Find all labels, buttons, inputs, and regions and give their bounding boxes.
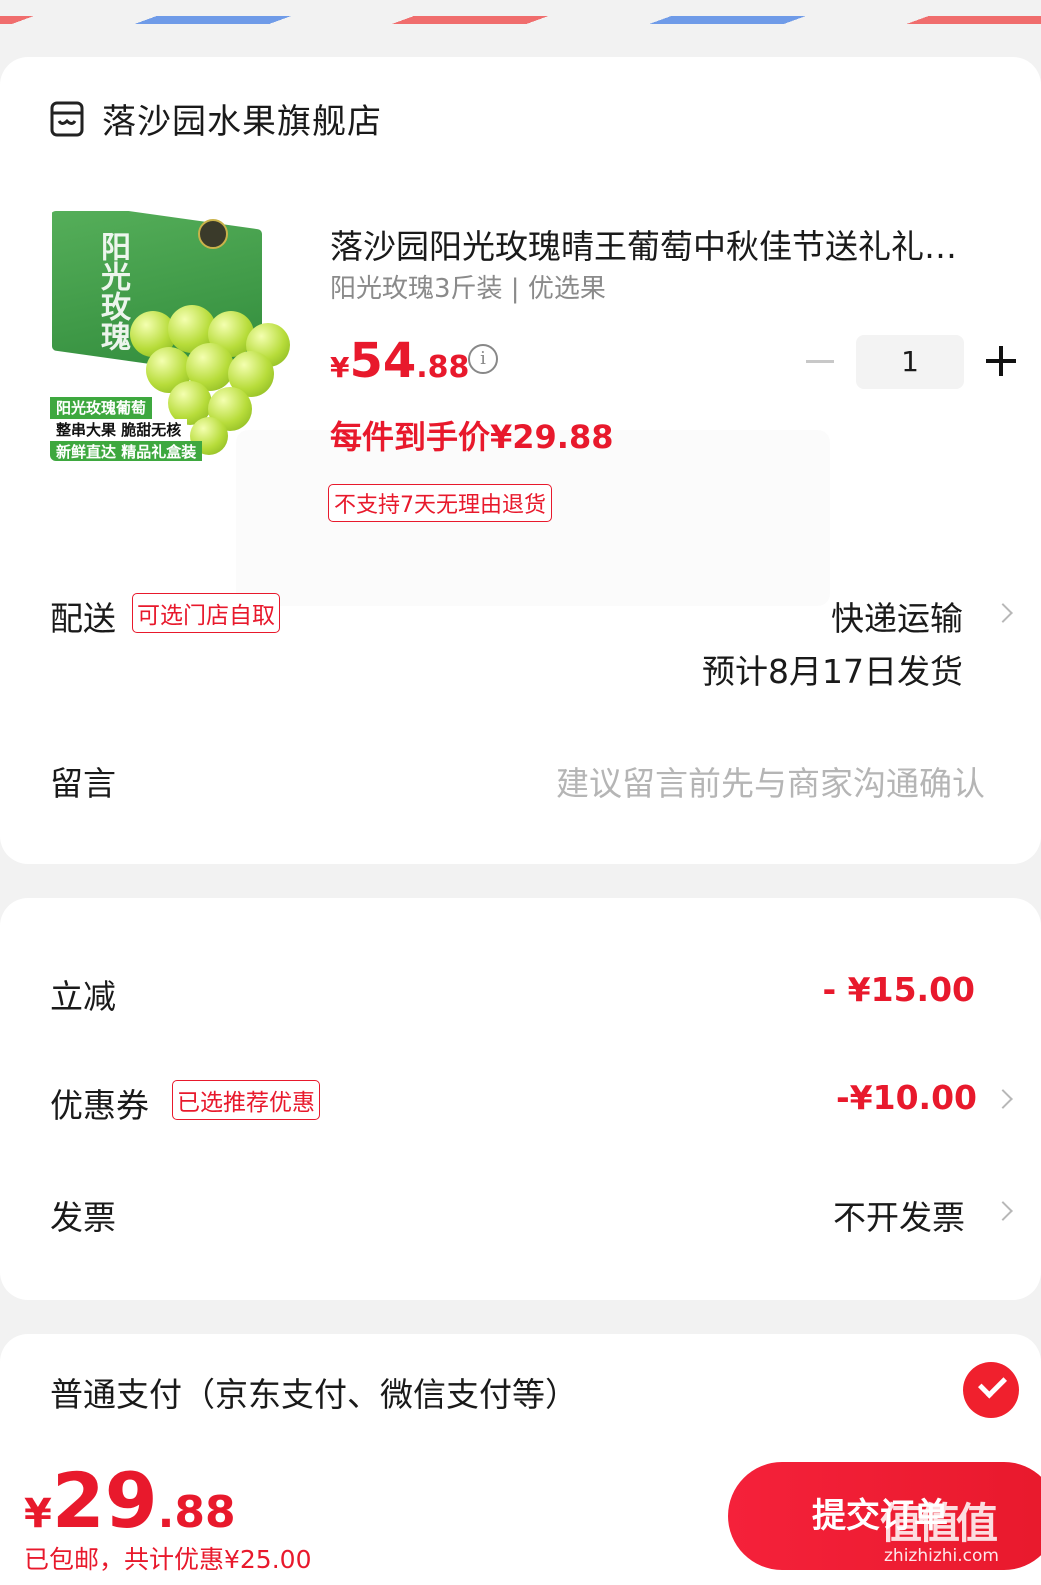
quantity-input[interactable]: 1 — [856, 335, 964, 389]
total-decimal: .88 — [157, 1487, 236, 1538]
discounts-card: 立减 - ¥15.00 优惠券 已选推荐优惠 -¥10.00 发票 不开发票 — [0, 898, 1041, 1300]
store-icon — [50, 101, 84, 136]
unit-price: ¥54.88 — [330, 333, 469, 389]
instant-discount-value: - ¥15.00 — [822, 970, 975, 1009]
invoice-label: 发票 — [50, 1198, 116, 1237]
shipping-discount-note: 已包邮，共计优惠¥25.00 — [24, 1545, 312, 1574]
payment-method-label[interactable]: 普通支付（京东支付、微信支付等） — [50, 1368, 578, 1416]
order-card: 落沙园水果旗舰店 阳光玫瑰 阳光玫瑰葡萄 整串大果 脆甜无核 新鲜直达 精品礼盒… — [0, 57, 1041, 864]
chevron-right-icon[interactable] — [993, 1201, 1013, 1221]
delivery-label: 配送 — [50, 599, 116, 638]
coupon-value[interactable]: -¥10.00 — [836, 1078, 977, 1117]
invoice-value[interactable]: 不开发票 — [833, 1191, 965, 1239]
delivery-eta: 预计8月17日发货 — [702, 652, 963, 691]
image-tag: 整串大果 脆甜无核 — [50, 419, 188, 441]
watermark-url: zhizhizhi.com — [884, 1546, 999, 1566]
product-title[interactable]: 落沙园阳光玫瑰晴王葡萄中秋佳节送礼礼… — [330, 220, 1010, 268]
price-decimal: .88 — [416, 350, 470, 385]
product-image[interactable]: 阳光玫瑰 阳光玫瑰葡萄 整串大果 脆甜无核 新鲜直达 精品礼盒装 — [50, 211, 298, 461]
no-refund-badge: 不支持7天无理由退货 — [328, 484, 552, 522]
price-symbol: ¥ — [330, 351, 350, 384]
seal-icon — [198, 219, 228, 249]
increase-quantity-button[interactable] — [986, 346, 1016, 376]
box-text: 阳光玫瑰 — [95, 231, 130, 351]
message-label: 留言 — [50, 764, 116, 803]
total-symbol: ¥ — [24, 1491, 52, 1537]
product-spec[interactable]: 阳光玫瑰3斤装 | 优选果 — [330, 268, 606, 305]
watermark-logo: 值值值 — [880, 1499, 998, 1548]
store-header[interactable]: 落沙园水果旗舰店 — [50, 94, 382, 143]
pickup-badge: 可选门店自取 — [132, 593, 280, 633]
info-icon[interactable]: i — [468, 344, 498, 374]
message-input[interactable]: 建议留言前先与商家沟通确认 — [556, 757, 985, 805]
airmail-border — [0, 0, 1041, 24]
hand-price: 每件到手价¥29.88 — [330, 418, 614, 456]
image-tag: 新鲜直达 精品礼盒装 — [50, 441, 203, 461]
delivery-method[interactable]: 快递运输 — [831, 592, 963, 640]
payment-selected-check-icon[interactable] — [963, 1362, 1019, 1418]
store-name: 落沙园水果旗舰店 — [102, 102, 382, 142]
price-integer: 54 — [349, 333, 417, 389]
chevron-right-icon[interactable] — [993, 1089, 1013, 1109]
chevron-right-icon[interactable] — [993, 603, 1013, 623]
total-integer: 29 — [51, 1456, 158, 1545]
coupon-label: 优惠券 — [50, 1086, 149, 1125]
image-tag: 阳光玫瑰葡萄 — [50, 397, 153, 419]
instant-discount-label: 立减 — [50, 977, 116, 1016]
coupon-badge: 已选推荐优惠 — [172, 1080, 320, 1120]
total-price: ¥29.88 — [24, 1456, 236, 1545]
decrease-quantity-button[interactable] — [806, 360, 834, 363]
